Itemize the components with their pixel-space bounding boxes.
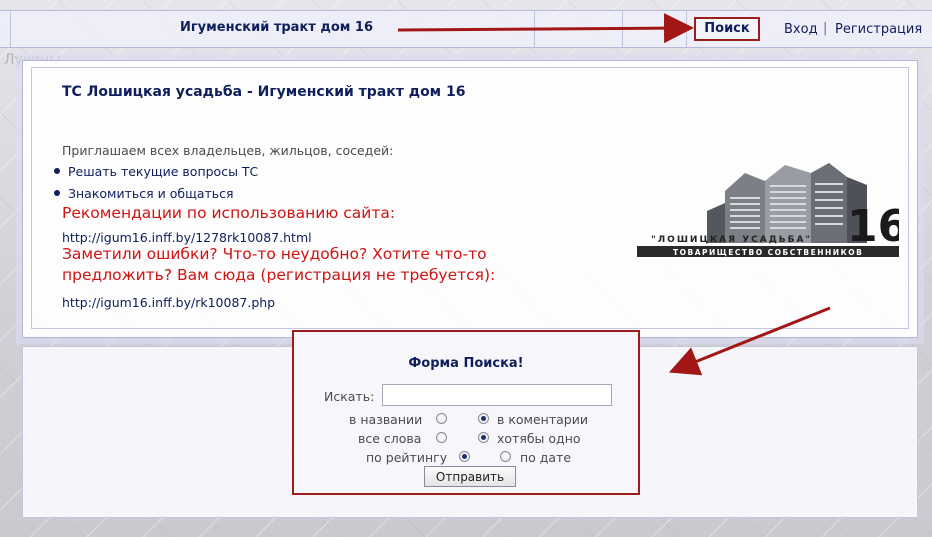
list-item: Знакомиться и общаться	[54, 186, 234, 201]
match-all-label: все слова	[358, 431, 422, 446]
logo-number: 16	[847, 201, 899, 252]
submit-button[interactable]: Отправить	[424, 466, 516, 487]
recommendations-heading: Рекомендации по использованию сайта:	[62, 204, 396, 222]
info-panel: ТС Лошицкая усадьба - Игуменский тракт д…	[22, 60, 918, 338]
recommendations-link[interactable]: http://igum16.inff.by/1278rk10087.html	[62, 230, 312, 245]
match-any-radio[interactable]	[478, 432, 489, 443]
scope-title-radio[interactable]	[436, 413, 447, 424]
search-label: Искать:	[324, 389, 375, 404]
feedback-line-1: Заметили ошибки? Что-то неудобно? Хотите…	[62, 245, 487, 263]
login-link[interactable]: Вход	[784, 22, 818, 37]
feedback-link[interactable]: http://igum16.inff.by/rk10087.php	[62, 295, 275, 310]
list-item-text: Решать текущие вопросы ТС	[68, 164, 259, 179]
site-title[interactable]: Игуменский тракт дом 16	[180, 20, 373, 35]
search-form-title: Форма Поиска!	[408, 356, 524, 371]
list-item-text: Знакомиться и общаться	[68, 186, 234, 201]
sort-date-radio[interactable]	[500, 451, 511, 462]
match-all-radio[interactable]	[436, 432, 447, 443]
sort-rating-radio[interactable]	[459, 451, 470, 462]
building-logo-icon: 16 "ЛОШИЦКАЯ УСАДЬБА" ТОВАРИЩЕСТВО СОБСТ…	[637, 163, 899, 257]
sort-rating-label: по рейтингу	[366, 450, 448, 465]
page-heading: ТС Лошицкая усадьба - Игуменский тракт д…	[62, 84, 466, 100]
scope-title-label: в названии	[349, 412, 423, 427]
search-form: Форма Поиска! Искать: в названии в комен…	[292, 330, 640, 495]
register-link[interactable]: Регистрация	[835, 22, 922, 37]
bullet-icon	[54, 168, 60, 174]
sort-date-label: по дате	[520, 450, 572, 465]
top-bar: Игуменский тракт дом 16 Поиск Вход | Рег…	[0, 10, 932, 48]
scope-comments-label: в коментарии	[497, 412, 588, 427]
logo-name: "ЛОШИЦКАЯ УСАДЬБА"	[651, 235, 812, 245]
scope-comments-radio[interactable]	[478, 413, 489, 424]
logo-subtitle: ТОВАРИЩЕСТВО СОБСТВЕННИКОВ	[673, 248, 863, 257]
search-input[interactable]	[382, 384, 612, 406]
search-link[interactable]: Поиск	[694, 17, 760, 41]
feedback-line-2: предложить? Вам сюда (регистрация не тре…	[62, 266, 496, 284]
list-item: Решать текущие вопросы ТС	[54, 164, 258, 179]
bullet-icon	[54, 190, 60, 196]
nav-separator: |	[823, 21, 828, 36]
invite-text: Приглашаем всех владельцев, жильцов, сос…	[62, 143, 394, 158]
match-any-label: хотябы одно	[497, 431, 581, 446]
